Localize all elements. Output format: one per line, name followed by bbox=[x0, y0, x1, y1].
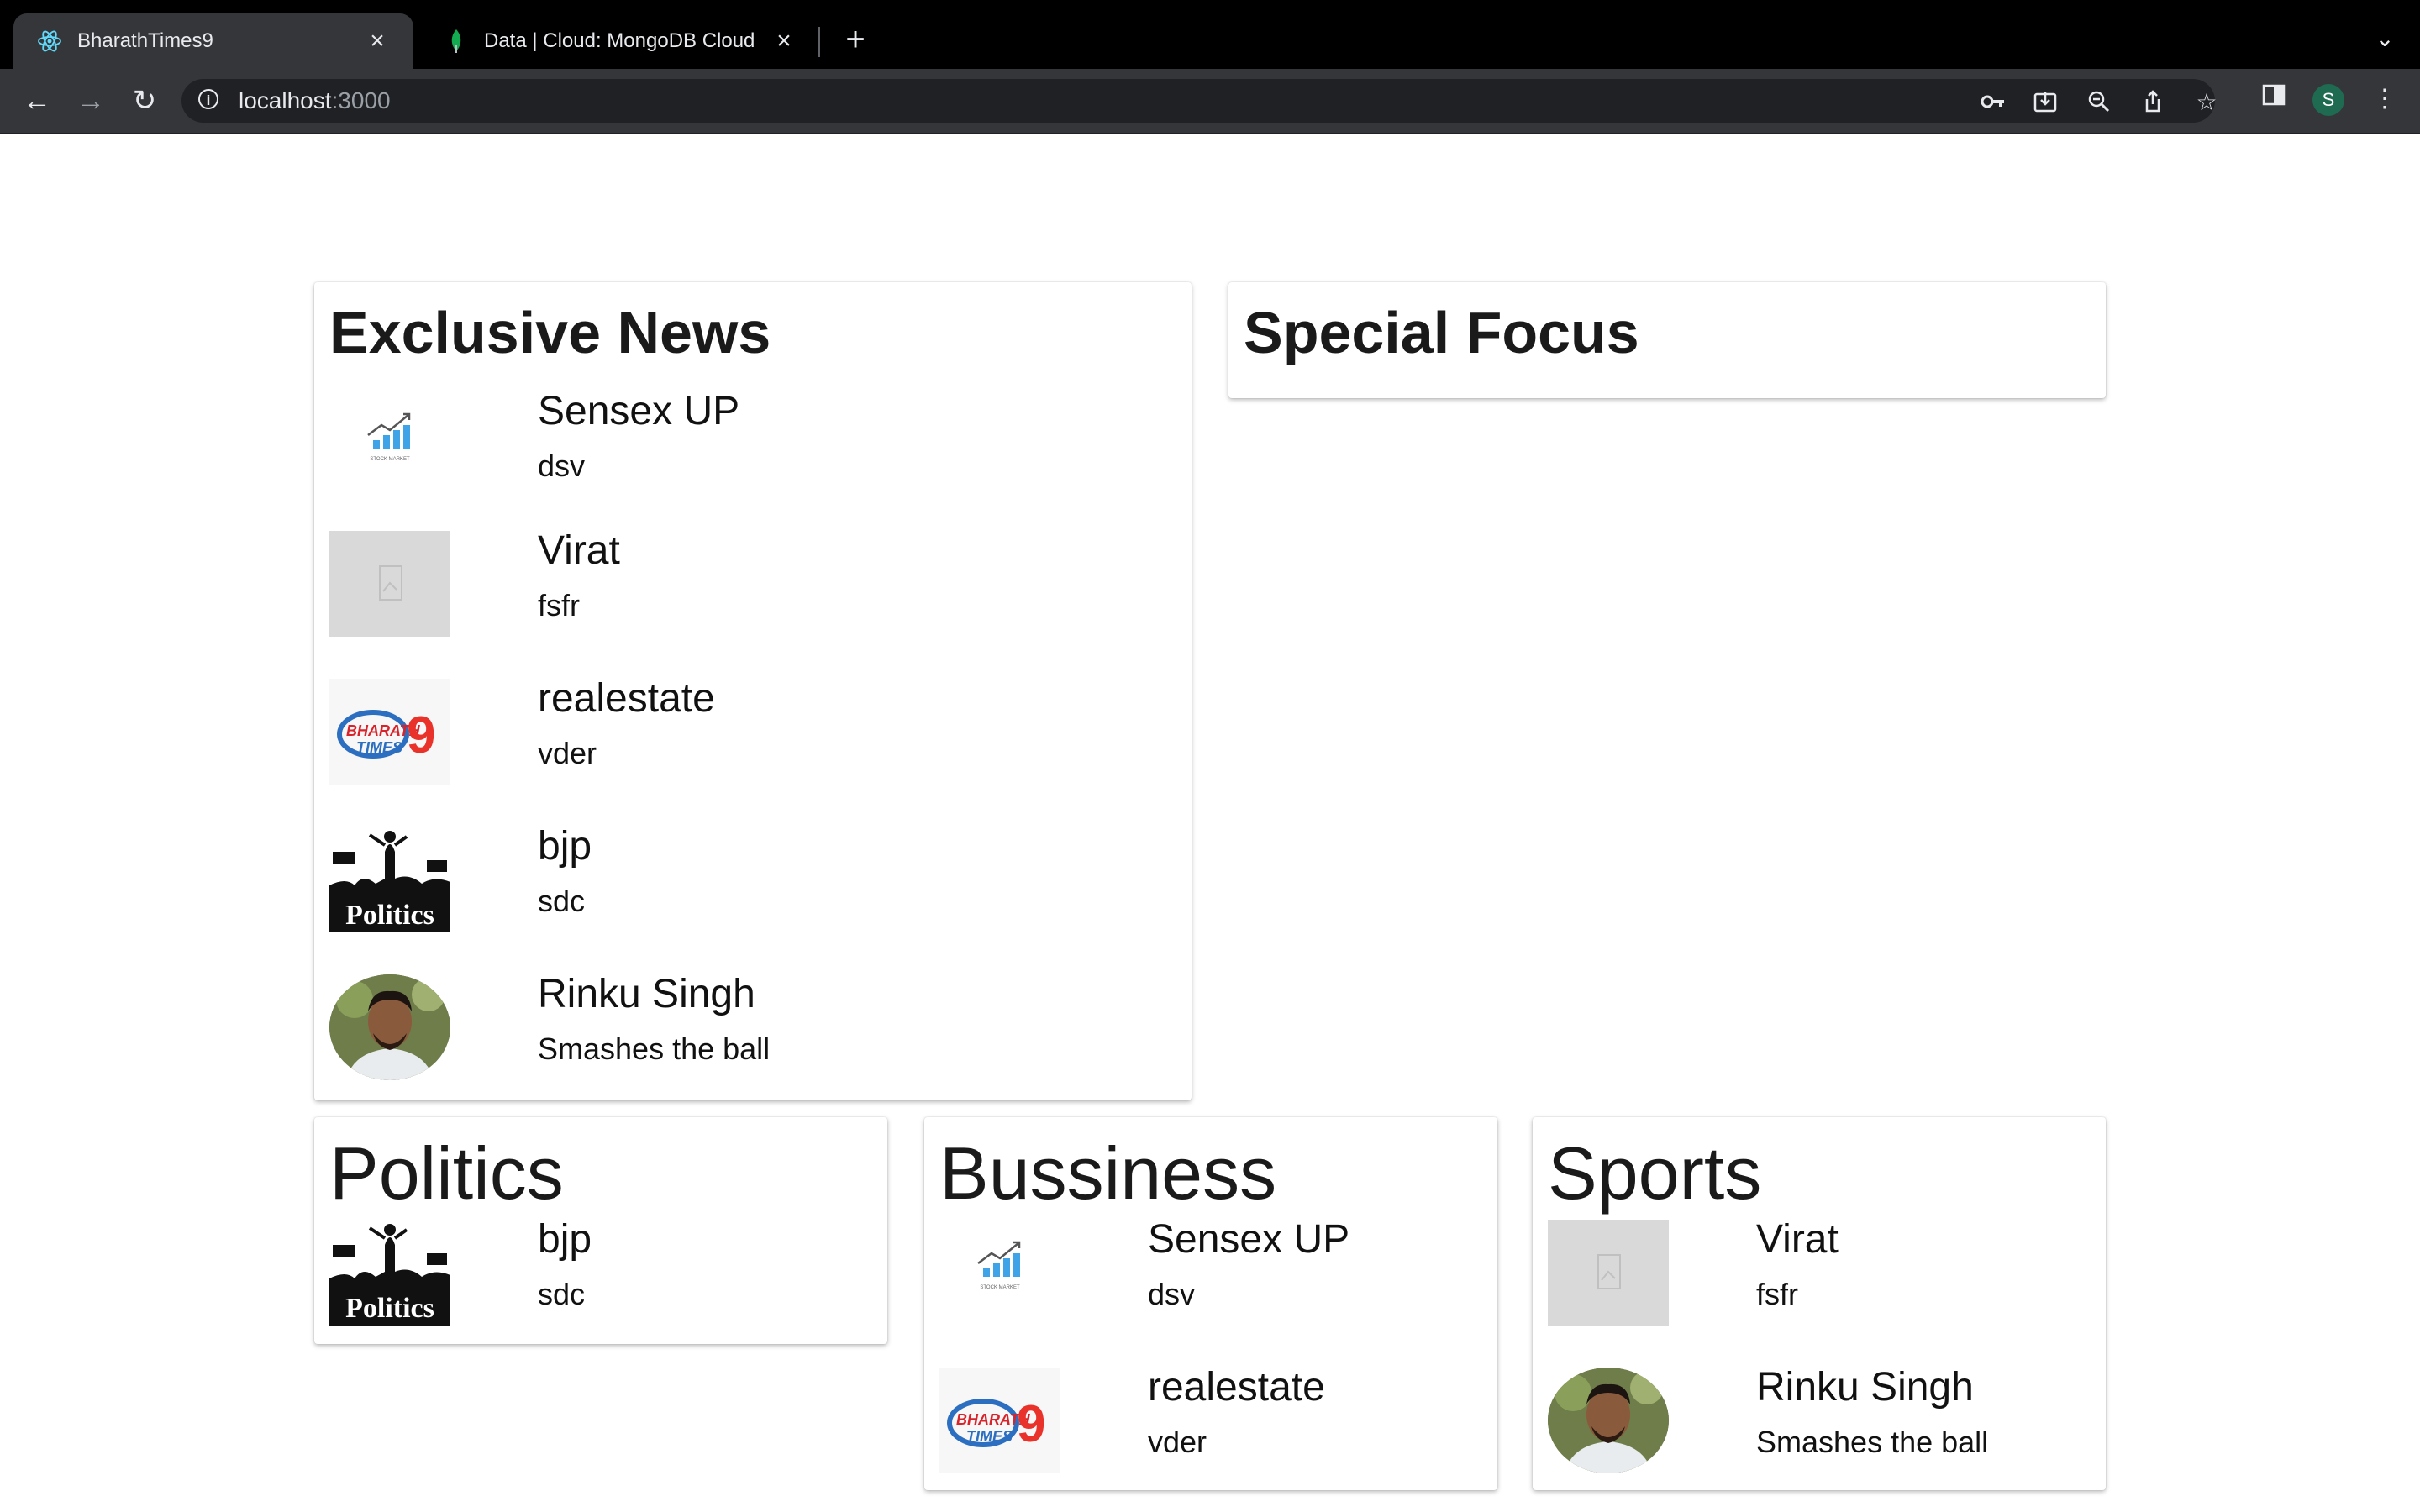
logo-number: 9 bbox=[407, 706, 435, 764]
forward-arrow-icon[interactable]: → bbox=[72, 82, 109, 119]
share-icon[interactable] bbox=[2139, 89, 2166, 116]
news-subtitle: Smashes the ball bbox=[1756, 1425, 1989, 1459]
side-panel-icon[interactable] bbox=[2257, 82, 2291, 116]
bookmark-star-icon[interactable]: ☆ bbox=[2193, 89, 2220, 116]
address-bar[interactable]: i localhost:3000 ☆ bbox=[182, 79, 2217, 123]
broken-image bbox=[1548, 1220, 1669, 1326]
stock-market-image: STOCK MARKET bbox=[329, 391, 450, 497]
news-title: Rinku Singh bbox=[538, 972, 755, 1016]
news-subtitle: sdc bbox=[538, 884, 586, 918]
politics-image: Politics bbox=[329, 827, 450, 932]
list-item[interactable]: Virat fsfr bbox=[1548, 1217, 2304, 1329]
install-app-icon[interactable] bbox=[2032, 89, 2059, 116]
news-subtitle: fsfr bbox=[1756, 1277, 1798, 1311]
back-arrow-icon[interactable]: ← bbox=[18, 82, 55, 119]
tab-bharathtimes9[interactable]: BharathTimes9 × bbox=[13, 13, 413, 69]
politics-image: Politics bbox=[329, 1220, 450, 1326]
bharath-times-logo-image: BHARATH TIMES 9 bbox=[939, 1368, 1060, 1473]
list-item[interactable]: STOCK MARKET Sensex UP dsv bbox=[329, 389, 1086, 501]
tab-search-chevron-icon[interactable]: ⌄ bbox=[2368, 22, 2402, 55]
news-title: Virat bbox=[1756, 1217, 1839, 1262]
logo-line2: TIMES bbox=[966, 1428, 1013, 1445]
news-title: bjp bbox=[538, 824, 592, 869]
stock-market-image: STOCK MARKET bbox=[939, 1220, 1060, 1326]
politics-caption: Politics bbox=[345, 900, 434, 931]
list-item[interactable]: Virat fsfr bbox=[329, 528, 1086, 640]
site-info-icon[interactable]: i bbox=[198, 89, 218, 109]
bharath-times-logo-image: BHARATH TIMES 9 bbox=[329, 679, 450, 785]
profile-avatar[interactable]: S bbox=[2312, 84, 2344, 116]
exclusive-news-card: Exclusive News STOCK MARKET Sensex UP ds… bbox=[314, 282, 1192, 1100]
browser-toolbar: ← → ↻ i localhost:3000 ☆ S ⋮ bbox=[0, 69, 2420, 134]
new-tab-plus-icon[interactable]: + bbox=[839, 23, 872, 57]
tab-separator bbox=[818, 27, 820, 57]
news-subtitle: fsfr bbox=[538, 588, 580, 622]
sports-card: Sports Virat fsfr Rinku Singh Smashes th… bbox=[1533, 1117, 2106, 1490]
news-title: realestate bbox=[1148, 1365, 1325, 1410]
politics-heading: Politics bbox=[329, 1131, 564, 1215]
news-subtitle: sdc bbox=[538, 1277, 586, 1311]
news-subtitle: vder bbox=[1148, 1425, 1207, 1459]
sports-heading: Sports bbox=[1548, 1131, 1762, 1215]
stock-market-caption: STOCK MARKET bbox=[370, 457, 410, 462]
special-focus-card: Special Focus bbox=[1228, 282, 2106, 398]
news-title: Sensex UP bbox=[538, 389, 740, 433]
url-text: localhost:3000 bbox=[239, 87, 391, 114]
logo-line2: TIMES bbox=[356, 739, 402, 756]
react-icon bbox=[37, 29, 62, 54]
url-port: :3000 bbox=[331, 87, 391, 113]
list-item[interactable]: Politics bjp sdc bbox=[329, 824, 1086, 936]
broken-image bbox=[329, 531, 450, 637]
news-title: bjp bbox=[538, 1217, 592, 1262]
close-tab-icon[interactable]: × bbox=[365, 29, 390, 54]
news-subtitle: dsv bbox=[538, 449, 586, 483]
business-heading: Bussiness bbox=[939, 1131, 1277, 1215]
exclusive-news-heading: Exclusive News bbox=[329, 300, 771, 365]
news-subtitle: vder bbox=[538, 736, 597, 770]
reload-icon[interactable]: ↻ bbox=[126, 82, 163, 119]
menu-kebab-icon[interactable]: ⋮ bbox=[2368, 82, 2402, 116]
business-card: Bussiness STOCK MARKET Sensex UP dsv BHA… bbox=[924, 1117, 1497, 1490]
special-focus-heading: Special Focus bbox=[1244, 300, 1639, 365]
list-item[interactable]: Rinku Singh Smashes the ball bbox=[1548, 1365, 2304, 1477]
news-title: Rinku Singh bbox=[1756, 1365, 1974, 1410]
browser-tab-strip: BharathTimes9 × Data | Cloud: MongoDB Cl… bbox=[0, 0, 2420, 69]
news-subtitle: Smashes the ball bbox=[538, 1032, 771, 1066]
mongodb-leaf-icon bbox=[444, 29, 469, 54]
news-title: Sensex UP bbox=[1148, 1217, 1350, 1262]
politics-card: Politics Politics bjp sdc bbox=[314, 1117, 887, 1344]
portrait-image bbox=[1548, 1368, 1669, 1473]
news-subtitle: dsv bbox=[1148, 1277, 1196, 1311]
zoom-icon[interactable] bbox=[2086, 89, 2112, 116]
close-tab-icon[interactable]: × bbox=[771, 29, 797, 54]
list-item[interactable]: Rinku Singh Smashes the ball bbox=[329, 972, 1086, 1084]
news-title: realestate bbox=[538, 676, 715, 721]
list-item[interactable]: BHARATH TIMES 9 realestate vder bbox=[329, 676, 1086, 788]
tab-title: BharathTimes9 bbox=[77, 29, 213, 52]
tab-title: Data | Cloud: MongoDB Cloud bbox=[484, 29, 755, 52]
portrait-image bbox=[329, 974, 450, 1080]
stock-market-caption: STOCK MARKET bbox=[980, 1285, 1020, 1290]
logo-number: 9 bbox=[1017, 1395, 1045, 1453]
url-host: localhost bbox=[239, 87, 332, 113]
news-title: Virat bbox=[538, 528, 620, 573]
key-icon[interactable] bbox=[1980, 89, 2007, 116]
politics-caption: Politics bbox=[345, 1293, 434, 1324]
tab-mongodb-cloud[interactable]: Data | Cloud: MongoDB Cloud × bbox=[420, 13, 820, 69]
